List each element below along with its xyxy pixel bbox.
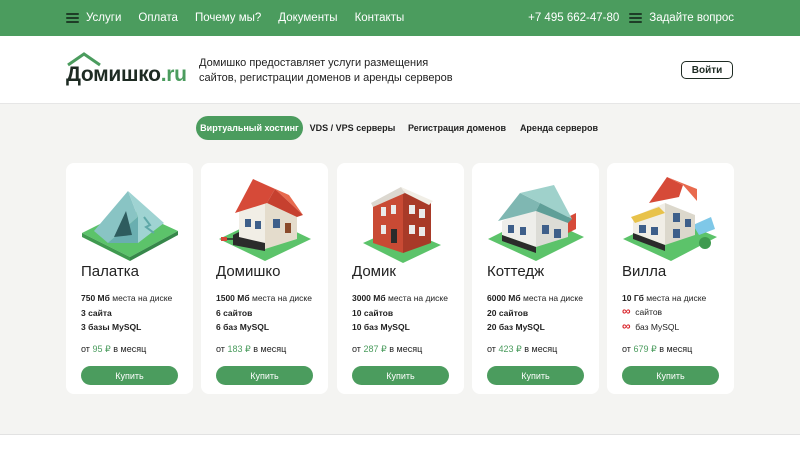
price-suffix: в месяц xyxy=(524,344,558,354)
services-label: Услуги xyxy=(86,12,122,24)
price-suffix: в месяц xyxy=(659,344,693,354)
logo[interactable]: Домишко.ru xyxy=(66,52,187,86)
brick-house-icon xyxy=(363,187,441,263)
ask-question-label: Задайте вопрос xyxy=(649,12,734,24)
disk-value: 3000 Мб xyxy=(352,293,386,303)
disk-value: 1500 Мб xyxy=(216,293,250,303)
disk-value: 6000 Мб xyxy=(487,293,521,303)
small-house-icon xyxy=(219,179,311,261)
price-suffix: в месяц xyxy=(389,344,423,354)
cottage-icon xyxy=(488,185,584,261)
tent-icon xyxy=(82,191,178,261)
plan-card-domishko: Домишко 1500 Мб места на диске 6 сайтов … xyxy=(201,163,328,394)
nav-link-contacts[interactable]: Контакты xyxy=(355,12,405,24)
price-value: 95 ₽ xyxy=(92,344,111,354)
header-tagline: Домишко предоставляет услуги размещения … xyxy=(199,57,453,84)
plan-name: Коттедж xyxy=(487,263,545,280)
nav-link-payment[interactable]: Оплата xyxy=(138,12,178,24)
login-button[interactable]: Войти xyxy=(681,61,733,79)
price-prefix: от xyxy=(216,344,225,354)
disk-value: 10 Гб xyxy=(622,293,644,303)
buy-button[interactable]: Купить xyxy=(487,366,584,385)
sites-count: 3 сайта xyxy=(81,308,112,318)
sites-label: сайтов xyxy=(635,307,663,317)
price-suffix: в месяц xyxy=(253,344,287,354)
infinity-icon: ∞ xyxy=(622,319,631,333)
logo-text-main: Домишко xyxy=(66,63,161,86)
price-prefix: от xyxy=(81,344,90,354)
disk-label: места на диске xyxy=(646,293,707,303)
ask-question-button[interactable]: Задайте вопрос xyxy=(629,12,734,24)
phone-number[interactable]: +7 495 662-47-80 xyxy=(528,12,619,24)
plan-card-palatka: Палатка 750 Мб места на диске 3 сайта 3 … xyxy=(66,163,193,394)
plan-name: Вилла xyxy=(622,263,667,280)
footer-divider xyxy=(0,434,800,450)
disk-value: 750 Мб xyxy=(81,293,110,303)
plan-name: Домишко xyxy=(216,263,281,280)
tab-vds-vps[interactable]: VDS / VPS серверы xyxy=(309,116,396,140)
price-value: 183 ₽ xyxy=(227,344,251,354)
plan-name: Палатка xyxy=(81,263,139,280)
db-count: 6 баз MySQL xyxy=(216,322,270,332)
disk-label: места на диске xyxy=(387,293,448,303)
villa-icon xyxy=(623,177,717,261)
menu-icon xyxy=(66,13,79,23)
buy-button[interactable]: Купить xyxy=(81,366,178,385)
price-value: 287 ₽ xyxy=(363,344,387,354)
logo-text-suffix: .ru xyxy=(160,63,187,86)
site-header: Домишко.ru Домишко предоставляет услуги … xyxy=(0,36,800,104)
plan-card-kottedzh: Коттедж 6000 Мб места на диске 20 сайтов… xyxy=(472,163,599,394)
sites-count: 20 сайтов xyxy=(487,308,529,318)
sites-count: 6 сайтов xyxy=(216,308,253,318)
price-suffix: в месяц xyxy=(113,344,147,354)
db-count: 3 базы MySQL xyxy=(81,322,142,332)
buy-button[interactable]: Купить xyxy=(352,366,449,385)
plan-card-domik: Домик 3000 Мб места на диске 10 сайтов 1… xyxy=(337,163,464,394)
tab-server-rental[interactable]: Аренда серверов xyxy=(518,116,600,140)
plan-name: Домик xyxy=(352,263,396,280)
buy-button[interactable]: Купить xyxy=(622,366,719,385)
price-value: 679 ₽ xyxy=(633,344,657,354)
db-label: баз MySQL xyxy=(635,322,680,332)
top-nav-bar: Услуги Оплата Почему мы? Документы Конта… xyxy=(0,0,800,36)
plan-card-villa: Вилла 10 Гб места на диске ∞ сайтов ∞ ба… xyxy=(607,163,734,394)
disk-label: места на диске xyxy=(522,293,583,303)
disk-label: места на диске xyxy=(251,293,312,303)
nav-link-why-us[interactable]: Почему мы? xyxy=(195,12,261,24)
infinity-icon: ∞ xyxy=(622,304,631,318)
db-count: 20 баз MySQL xyxy=(487,322,545,332)
services-menu-button[interactable]: Услуги xyxy=(66,12,121,24)
menu-icon xyxy=(629,13,643,23)
sites-count: 10 сайтов xyxy=(352,308,394,318)
buy-button[interactable]: Купить xyxy=(216,366,313,385)
service-tabs: Виртуальный хостинг VDS / VPS серверы Ре… xyxy=(0,116,800,140)
tab-domain-registration[interactable]: Регистрация доменов xyxy=(406,116,508,140)
price-prefix: от xyxy=(487,344,496,354)
nav-link-documents[interactable]: Документы xyxy=(278,12,337,24)
tab-virtual-hosting[interactable]: Виртуальный хостинг xyxy=(196,116,303,140)
price-value: 423 ₽ xyxy=(498,344,522,354)
price-prefix: от xyxy=(352,344,361,354)
price-prefix: от xyxy=(622,344,631,354)
disk-label: места на диске xyxy=(112,293,173,303)
db-count: 10 баз MySQL xyxy=(352,322,410,332)
